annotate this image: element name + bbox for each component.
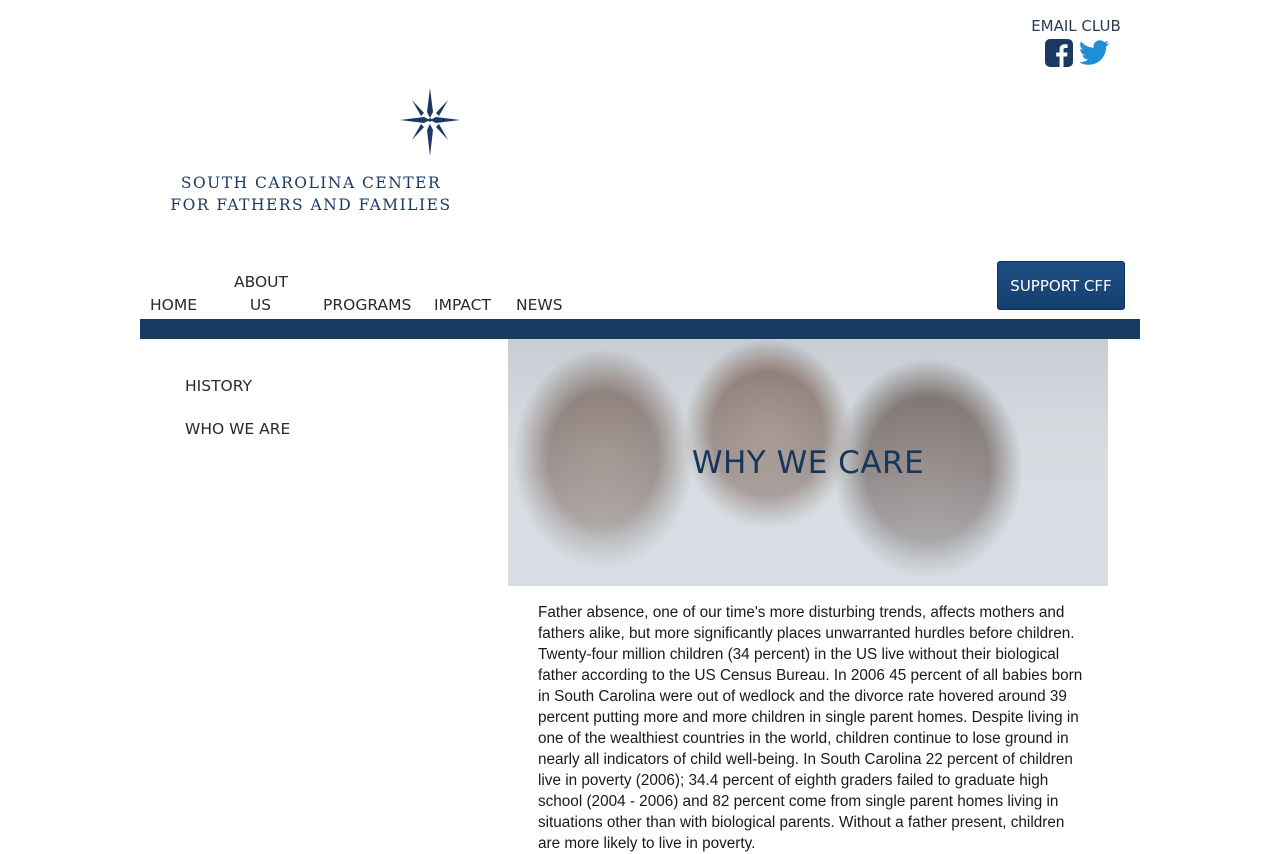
sidebar-item-who-we-are[interactable]: WHO WE ARE	[185, 420, 290, 438]
site-logo[interactable]: SOUTH CAROLINA CENTER FOR FATHERS AND FA…	[158, 86, 464, 216]
social-links	[1044, 38, 1110, 68]
facebook-icon[interactable]	[1044, 38, 1074, 68]
twitter-icon[interactable]	[1078, 39, 1110, 67]
nav-home[interactable]: HOME	[150, 294, 197, 317]
compass-star-icon	[400, 88, 460, 156]
nav-news[interactable]: NEWS	[516, 294, 563, 317]
hero-banner: WHY WE CARE	[508, 339, 1108, 586]
nav-programs[interactable]: PROGRAMS	[323, 294, 411, 317]
email-club-link[interactable]: EMAIL CLUB	[1020, 17, 1132, 35]
nav-impact[interactable]: IMPACT	[434, 294, 491, 317]
page-title: WHY WE CARE	[691, 445, 925, 481]
nav-divider-bar	[140, 319, 1140, 339]
nav-about-us-line2: US	[249, 296, 272, 314]
logo-text-line1: SOUTH CAROLINA CENTER	[180, 174, 442, 192]
nav-about-us[interactable]: ABOUT US	[234, 271, 288, 317]
main-paragraph: Father absence, one of our time's more d…	[538, 604, 1083, 852]
support-cff-button[interactable]: SUPPORT CFF	[997, 261, 1125, 310]
sidebar-item-history[interactable]: HISTORY	[185, 377, 252, 395]
nav-about-us-line1: ABOUT	[234, 273, 288, 291]
logo-text-line2: FOR FATHERS AND FAMILIES	[170, 196, 452, 214]
